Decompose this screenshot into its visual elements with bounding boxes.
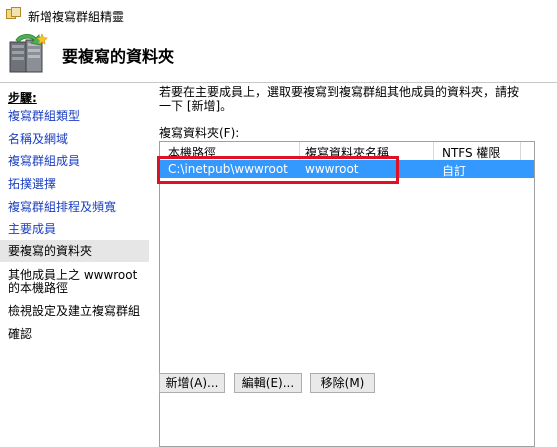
replicated-folders-list[interactable]: 本機路徑 複寫資料夾名稱 NTFS 權限 C:\inetpub\wwwroot … — [159, 141, 535, 447]
step-primary-member[interactable]: 主要成員 — [8, 223, 148, 236]
step-replication-members[interactable]: 複寫群組成員 — [8, 155, 148, 168]
step-review-settings: 檢視設定及建立複寫群組 — [8, 304, 141, 318]
step-folders-to-replicate: 要複寫的資料夾 — [0, 240, 149, 262]
step-name-and-domain[interactable]: 名稱及網域 — [8, 133, 148, 146]
column-header-ntfs-permissions[interactable]: NTFS 權限 — [442, 144, 500, 161]
replication-servers-icon — [9, 33, 48, 73]
step-topology-selection[interactable]: 拓撲選擇 — [8, 178, 148, 191]
wizard-header: 要複寫的資料夾 — [0, 30, 557, 82]
add-button[interactable]: 新增(A)... — [159, 373, 225, 393]
main-panel: 若要在主要成員上，選取要複寫到複寫群組其他成員的資料夾，請按一下 [新增]。 複… — [153, 83, 557, 447]
title-bar: 新增複寫群組精靈 — [0, 0, 557, 30]
wizard-window-icon — [6, 7, 21, 19]
replicated-folders-label: 複寫資料夾(F): — [159, 126, 240, 140]
step-confirmation: 確認 — [8, 327, 33, 341]
steps-sidebar: 步驟: 複寫群組類型 名稱及網域 複寫群組成員 拓撲選擇 複寫群組排程及頻寬 主… — [0, 83, 153, 400]
remove-button[interactable]: 移除(M) — [310, 373, 375, 393]
column-separator[interactable] — [433, 142, 434, 160]
page-title: 要複寫的資料夾 — [62, 47, 175, 66]
step-replication-group-type[interactable]: 複寫群組類型 — [8, 110, 148, 123]
annotation-highlight-box — [157, 156, 399, 184]
steps-heading: 步驟: — [8, 91, 37, 105]
cell-ntfs-permissions: 自訂 — [442, 164, 467, 178]
step-schedule-and-bandwidth[interactable]: 複寫群組排程及頻寬 — [8, 201, 148, 214]
instruction-text: 若要在主要成員上，選取要複寫到複寫群組其他成員的資料夾，請按一下 [新增]。 — [159, 85, 520, 113]
column-separator[interactable] — [520, 142, 521, 160]
step-local-path-on-other-members: 其他成員上之 wwwroot 的本機路徑 — [8, 268, 138, 295]
edit-button[interactable]: 編輯(E)... — [234, 373, 302, 393]
window-title: 新增複寫群組精靈 — [28, 10, 125, 24]
